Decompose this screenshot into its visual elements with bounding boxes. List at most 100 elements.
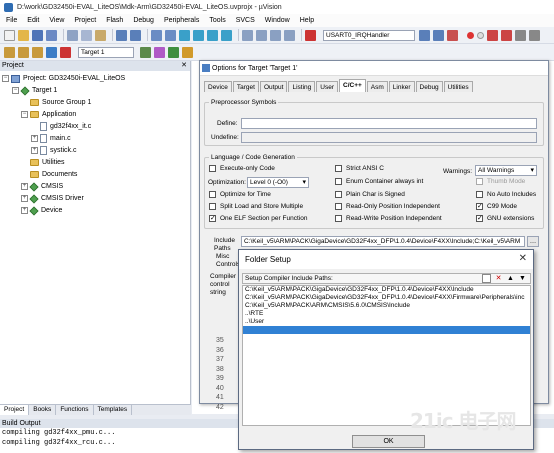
tree-item-application[interactable]: − Application (21, 109, 76, 120)
tree-item-main[interactable]: + main.c (31, 133, 71, 144)
checkbox-box[interactable]: ✓ (209, 215, 216, 222)
config-icon[interactable] (529, 29, 540, 41)
checkbox-box[interactable] (476, 178, 483, 185)
checkbox-box[interactable] (335, 165, 342, 172)
paste-icon[interactable] (95, 29, 106, 41)
define-input[interactable] (241, 118, 537, 129)
one-elf-checkbox[interactable]: ✓ One ELF Section per Function (209, 215, 307, 222)
checkbox-box[interactable] (209, 191, 216, 198)
clear-breakpoints-icon[interactable] (501, 29, 512, 41)
list-item-selected-empty[interactable] (243, 326, 530, 334)
menu-flash[interactable]: Flash (106, 17, 123, 24)
no-auto-includes-checkbox[interactable]: No Auto Includes (476, 191, 536, 198)
checkbox-box[interactable] (335, 178, 342, 185)
list-item[interactable]: ..\User (243, 318, 530, 326)
manage-runtime-icon[interactable] (168, 46, 179, 58)
cut-icon[interactable] (67, 29, 78, 41)
bookmark-icon[interactable] (179, 29, 190, 41)
rebuild-icon[interactable] (32, 46, 43, 58)
list-item[interactable]: C:\Keil_v5\ARM\PACK\GigaDevice\GD32F4xx_… (243, 294, 530, 302)
thumb-mode-checkbox[interactable]: Thumb Mode (476, 178, 525, 185)
collapse-icon[interactable]: − (12, 87, 19, 94)
checkbox-box[interactable] (335, 215, 342, 222)
optimization-select[interactable]: Level 0 (-O0) (247, 177, 309, 188)
menu-project[interactable]: Project (74, 17, 96, 24)
tree-item-gd32f4xx-it[interactable]: gd32f4xx_it.c (40, 121, 91, 132)
plain-char-checkbox[interactable]: Plain Char is Signed (335, 191, 405, 198)
execute-only-checkbox[interactable]: Execute-only Code (209, 165, 275, 172)
copy-icon[interactable] (81, 29, 92, 41)
target-options-icon[interactable] (140, 46, 151, 58)
tab-functions[interactable]: Functions (56, 405, 94, 415)
menu-tools[interactable]: Tools (209, 17, 225, 24)
checkbox-box[interactable] (335, 203, 342, 210)
uncomment-icon[interactable] (284, 29, 295, 41)
clear-bookmarks-icon[interactable] (221, 29, 232, 41)
tree-item-cmsis[interactable]: + CMSIS (21, 181, 63, 192)
tab-books[interactable]: Books (29, 405, 57, 415)
breakpoint-icon[interactable] (467, 31, 474, 39)
kill-breakpoints-icon[interactable] (487, 29, 498, 41)
select-packs-icon[interactable] (182, 46, 193, 58)
close-icon[interactable]: ✕ (519, 253, 527, 265)
c99-mode-checkbox[interactable]: ✓ C99 Mode (476, 203, 517, 210)
ro-pi-checkbox[interactable]: Read-Only Position Independent (335, 203, 440, 210)
tree-item-systick[interactable]: + systick.c (31, 145, 76, 156)
unindent-icon[interactable] (256, 29, 267, 41)
manage-project-items-icon[interactable] (154, 46, 165, 58)
checkbox-box[interactable] (209, 203, 216, 210)
tab-debug[interactable]: Debug (415, 81, 443, 92)
menu-debug[interactable]: Debug (133, 17, 154, 24)
tab-linker[interactable]: Linker (388, 81, 415, 92)
find-icon[interactable] (305, 29, 316, 41)
tree-item-root[interactable]: − Project: GD32450i-EVAL_LiteOS (2, 73, 125, 84)
list-item[interactable]: ..\RTE (243, 310, 530, 318)
find-in-files-icon[interactable] (419, 29, 430, 41)
delete-icon[interactable]: ✕ (494, 274, 503, 283)
tab-templates[interactable]: Templates (94, 405, 133, 415)
tab-asm[interactable]: Asm (366, 81, 388, 92)
menu-help[interactable]: Help (300, 17, 314, 24)
list-item[interactable]: C:\Keil_v5\ARM\PACK\GigaDevice\GD32F4xx_… (243, 286, 530, 294)
expand-icon[interactable]: + (31, 135, 38, 142)
tree-item-source-group[interactable]: Source Group 1 (30, 97, 91, 108)
new-folder-icon[interactable] (482, 274, 491, 283)
tab-c-cpp[interactable]: C/C++ (339, 79, 366, 92)
tab-target[interactable]: Target (232, 81, 259, 92)
checkbox-box[interactable]: ✓ (476, 203, 483, 210)
menu-peripherals[interactable]: Peripherals (164, 17, 199, 24)
rw-pi-checkbox[interactable]: Read-Write Position Independent (335, 215, 442, 222)
list-item[interactable]: C:\Keil_v5\ARM\PACK\ARM\CMSIS\5.6.0\CMSI… (243, 302, 530, 310)
new-file-icon[interactable] (4, 29, 15, 41)
save-icon[interactable] (32, 29, 43, 41)
include-paths-input[interactable]: C:\Keil_v5\ARM\PACK\GigaDevice\GD32F4xx_… (241, 236, 525, 247)
indent-icon[interactable] (242, 29, 253, 41)
tree-item-device[interactable]: + Device (21, 205, 62, 216)
translate-icon[interactable] (4, 46, 15, 58)
comment-icon[interactable] (270, 29, 281, 41)
menu-edit[interactable]: Edit (27, 17, 39, 24)
checkbox-box[interactable] (209, 165, 216, 172)
build-icon[interactable] (18, 46, 29, 58)
menu-window[interactable]: Window (265, 17, 290, 24)
tree-item-utilities[interactable]: Utilities (30, 157, 65, 168)
function-combo[interactable]: USART0_IRQHandler (323, 29, 415, 41)
nav-back-icon[interactable] (151, 29, 162, 41)
checkbox-box[interactable] (335, 191, 342, 198)
prev-bookmark-icon[interactable] (193, 29, 204, 41)
enum-container-checkbox[interactable]: Enum Container always int (335, 178, 423, 185)
tree-item-cmsis-driver[interactable]: + CMSIS Driver (21, 193, 84, 204)
collapse-icon[interactable]: − (21, 111, 28, 118)
ok-button[interactable]: OK (352, 435, 425, 448)
tab-project[interactable]: Project (0, 405, 30, 415)
next-bookmark-icon[interactable] (207, 29, 218, 41)
open-folder-icon[interactable] (18, 29, 29, 41)
nav-forward-icon[interactable] (165, 29, 176, 41)
incremental-find-icon[interactable] (433, 29, 444, 41)
save-all-icon[interactable] (46, 29, 57, 41)
expand-icon[interactable]: + (21, 195, 28, 202)
warnings-select[interactable]: All Warnings (475, 165, 537, 176)
tab-output[interactable]: Output (259, 81, 288, 92)
redo-icon[interactable] (130, 29, 141, 41)
tree-item-documents[interactable]: Documents (30, 169, 77, 180)
